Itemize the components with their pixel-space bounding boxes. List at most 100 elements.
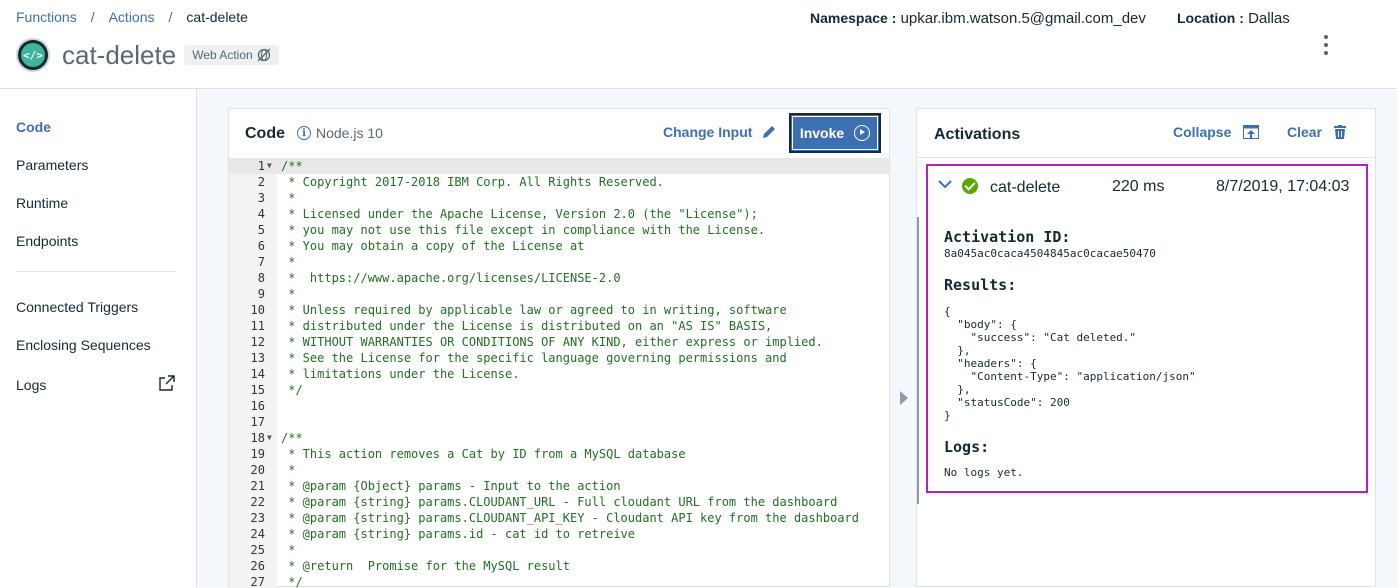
code-text: * Copyright 2017-2018 IBM Corp. All Righ… — [281, 175, 664, 189]
invoke-button[interactable]: Invoke — [789, 113, 881, 153]
code-line[interactable]: 9 * — [229, 286, 889, 302]
activation-name: cat-delete — [990, 179, 1061, 196]
logs-label: Logs: — [944, 438, 990, 456]
clear-label: Clear — [1287, 124, 1323, 140]
sidebar-item-enclosing-sequences[interactable]: Enclosing Sequences — [16, 337, 151, 353]
change-input-label: Change Input — [663, 124, 753, 140]
code-text: * @param {string} params.id - cat id to … — [281, 527, 636, 541]
code-line[interactable]: 4 * Licensed under the Apache License, V… — [229, 206, 889, 222]
code-line[interactable]: 3 * — [229, 190, 889, 206]
activations-panel: Activations Collapse Clear cat-delete 22… — [916, 108, 1376, 587]
code-line[interactable]: 18 ▼ /** — [229, 430, 889, 446]
line-number: 24 — [250, 527, 265, 541]
line-number: 17 — [250, 415, 265, 429]
logs-value: No logs yet. — [944, 466, 1024, 479]
code-text: * @return Promise for the MySQL result — [281, 559, 570, 573]
code-line[interactable]: 17 — [229, 414, 889, 430]
code-line[interactable]: 5 * you may not use this file except in … — [229, 222, 889, 238]
code-line[interactable]: 14 * limitations under the License. — [229, 366, 889, 382]
code-text: * @param {string} params.CLOUDANT_URL - … — [281, 495, 838, 509]
sidebar-item-logs[interactable]: Logs — [16, 377, 46, 393]
line-number: 12 — [250, 335, 265, 349]
change-input-button[interactable]: Change Input — [663, 124, 776, 140]
line-number: 1 — [257, 159, 265, 173]
sidebar-item-endpoints[interactable]: Endpoints — [16, 233, 78, 249]
activation-date: 8/7/2019, 17:04:03 — [1216, 178, 1350, 195]
external-link-icon[interactable] — [159, 375, 175, 391]
clear-button[interactable]: Clear — [1287, 124, 1347, 140]
code-line[interactable]: 2 * Copyright 2017-2018 IBM Corp. All Ri… — [229, 174, 889, 190]
info-icon[interactable]: i — [297, 126, 311, 140]
line-number: 9 — [257, 287, 265, 301]
invoke-label: Invoke — [799, 125, 845, 141]
line-number: 26 — [250, 559, 265, 573]
line-number: 3 — [257, 191, 265, 205]
line-number: 6 — [257, 239, 265, 253]
collapse-label: Collapse — [1173, 124, 1232, 140]
code-line[interactable]: 19 * This action removes a Cat by ID fro… — [229, 446, 889, 462]
code-line[interactable]: 11 * distributed under the License is di… — [229, 318, 889, 334]
breadcrumb-separator: / — [90, 9, 95, 25]
expand-arrow-icon[interactable] — [900, 391, 908, 405]
code-line[interactable]: 8 * https://www.apache.org/licenses/LICE… — [229, 270, 889, 286]
page-title: cat-delete — [62, 39, 177, 70]
code-line[interactable]: 23 * @param {string} params.CLOUDANT_API… — [229, 510, 889, 526]
overflow-menu-icon[interactable] — [1318, 33, 1334, 57]
namespace-value: upkar.ibm.watson.5@gmail.com_dev — [900, 10, 1146, 27]
code-text: * Unless required by applicable law or a… — [281, 303, 787, 317]
line-number: 19 — [250, 447, 265, 461]
line-number: 14 — [250, 367, 265, 381]
activation-summary-row[interactable]: cat-delete 220 ms 8/7/2019, 17:04:03 — [928, 166, 1366, 208]
code-line[interactable]: 26 * @return Promise for the MySQL resul… — [229, 558, 889, 574]
line-number: 27 — [250, 575, 265, 588]
code-line[interactable]: 24 * @param {string} params.id - cat id … — [229, 526, 889, 542]
breadcrumb-current: cat-delete — [186, 9, 248, 25]
fold-arrow-icon[interactable]: ▼ — [267, 158, 272, 174]
collapse-button[interactable]: Collapse — [1173, 124, 1260, 140]
breadcrumb-separator: / — [168, 9, 173, 25]
breadcrumb-functions[interactable]: Functions — [16, 9, 77, 25]
fold-arrow-icon[interactable]: ▼ — [267, 430, 272, 446]
activation-item[interactable]: cat-delete 220 ms 8/7/2019, 17:04:03 Act… — [926, 164, 1368, 493]
code-line[interactable]: 7 * — [229, 254, 889, 270]
code-line[interactable]: 1 ▼ /** — [229, 158, 889, 174]
code-line[interactable]: 22 * @param {string} params.CLOUDANT_URL… — [229, 494, 889, 510]
code-line[interactable]: 21 * @param {Object} params - Input to t… — [229, 478, 889, 494]
location-info: Location : Dallas — [1177, 10, 1290, 27]
success-check-icon — [962, 178, 978, 194]
sidebar-item-connected-triggers[interactable]: Connected Triggers — [16, 299, 138, 315]
runtime-label: Node.js 10 — [316, 125, 383, 141]
code-text: * — [281, 191, 296, 205]
code-text: * WITHOUT WARRANTIES OR CONDITIONS OF AN… — [281, 335, 823, 349]
code-panel-title: Code — [245, 125, 285, 142]
code-line[interactable]: 10 * Unless required by applicable law o… — [229, 302, 889, 318]
sidebar-item-parameters[interactable]: Parameters — [16, 157, 88, 173]
collapse-icon — [1243, 125, 1260, 139]
code-line[interactable]: 12 * WITHOUT WARRANTIES OR CONDITIONS OF… — [229, 334, 889, 350]
code-text: * — [281, 463, 296, 477]
code-text: * See the License for the specific langu… — [281, 351, 787, 365]
namespace-label: Namespace : — [810, 10, 897, 26]
sidebar-divider — [16, 271, 175, 272]
code-text: * https://www.apache.org/licenses/LICENS… — [281, 271, 621, 285]
code-line[interactable]: 16 — [229, 398, 889, 414]
code-line[interactable]: 6 * You may obtain a copy of the License… — [229, 238, 889, 254]
chevron-down-icon[interactable] — [938, 179, 952, 189]
breadcrumb-actions[interactable]: Actions — [109, 9, 155, 25]
title-row: </> cat-delete Web Action — [16, 38, 279, 72]
line-number: 5 — [257, 223, 265, 237]
code-line[interactable]: 13 * See the License for the specific la… — [229, 350, 889, 366]
sidebar-item-code[interactable]: Code — [16, 119, 51, 135]
code-text: * — [281, 255, 296, 269]
code-line[interactable]: 20 * — [229, 462, 889, 478]
code-line[interactable]: 15 */ — [229, 382, 889, 398]
code-text: * @param {string} params.CLOUDANT_API_KE… — [281, 511, 859, 525]
sidebar-item-runtime[interactable]: Runtime — [16, 195, 68, 211]
code-text: * — [281, 287, 296, 301]
line-number: 23 — [250, 511, 265, 525]
code-text: */ — [281, 575, 303, 588]
code-editor[interactable]: 1 ▼/** 2 * Copyright 2017-2018 IBM Corp. A… — [229, 158, 889, 588]
code-line[interactable]: 25 * — [229, 542, 889, 558]
line-number: 7 — [257, 255, 265, 269]
code-line[interactable]: 27 */ — [229, 574, 889, 588]
